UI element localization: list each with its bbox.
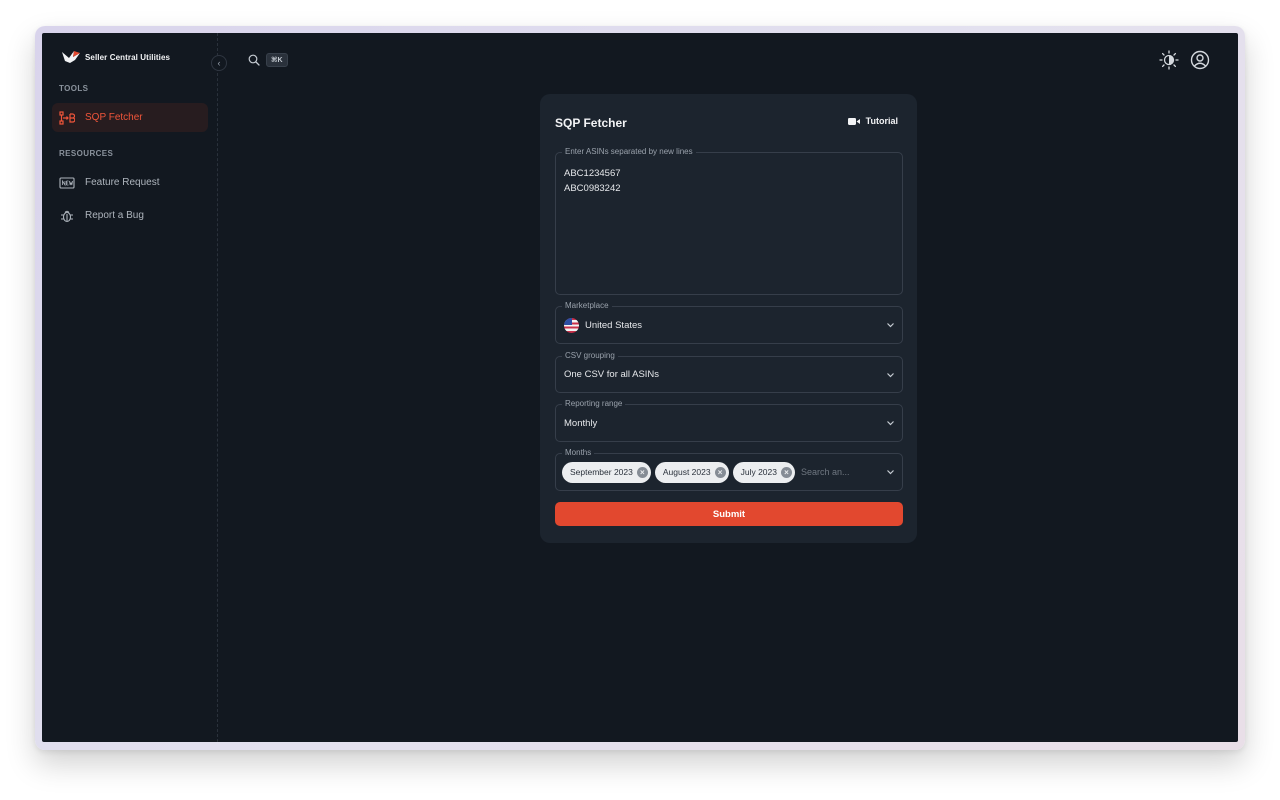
months-search-input[interactable]: Search an... (801, 467, 850, 477)
asin-line: ABC1234567 (564, 168, 621, 179)
month-chip[interactable]: September 2023 × (562, 461, 651, 483)
brand[interactable]: Seller Central Utilities (61, 49, 170, 65)
sidebar-item-label: SQP Fetcher (85, 112, 143, 123)
asins-textarea[interactable]: Enter ASINs separated by new lines ABC12… (555, 147, 903, 295)
remove-chip-icon[interactable]: × (714, 466, 726, 478)
month-chip[interactable]: August 2023 × (654, 461, 729, 483)
chevron-down-icon (887, 323, 894, 328)
sun-icon (1159, 50, 1179, 70)
reporting-range-select[interactable]: Reporting range Monthly (555, 399, 903, 442)
us-flag-icon (564, 317, 579, 333)
sidebar-item-label: Report a Bug (85, 210, 144, 221)
chevron-down-icon (887, 470, 894, 475)
month-chip-label: July 2023 (740, 467, 777, 477)
csv-grouping-value: One CSV for all ASINs (564, 369, 660, 380)
sidebar-item-feature-request[interactable]: Feature Request (52, 168, 208, 197)
chevron-down-icon (887, 421, 894, 426)
sidebar-item-sqp-fetcher[interactable]: SQP Fetcher (52, 103, 208, 132)
flow-icon (59, 110, 75, 125)
reporting-range-value: Monthly (564, 417, 598, 429)
asins-value: ABC1234567 ABC0983242 (564, 166, 621, 196)
months-multiselect[interactable]: Months September 2023 × August 2023 × Ju… (555, 448, 903, 491)
marketplace-value: United States (585, 319, 643, 331)
bug-icon (59, 209, 75, 223)
tutorial-button[interactable]: Tutorial (847, 116, 898, 126)
collapse-sidebar-button[interactable]: ‹ (211, 55, 227, 71)
search-shortcut: ⌘K (266, 53, 288, 67)
user-menu-button[interactable] (1190, 50, 1210, 70)
section-label-resources: RESOURCES (59, 149, 114, 158)
month-chip[interactable]: July 2023 × (732, 461, 795, 483)
app-window: Seller Central Utilities TOOLS SQP Fetch… (42, 33, 1238, 742)
asins-label: Enter ASINs separated by new lines (562, 147, 696, 156)
new-badge-icon (59, 176, 75, 190)
sidebar: Seller Central Utilities TOOLS SQP Fetch… (42, 33, 218, 742)
chevron-down-icon (887, 372, 894, 377)
video-camera-icon (847, 117, 860, 125)
remove-chip-icon[interactable]: × (780, 466, 792, 478)
sqp-fetcher-card: SQP Fetcher Tutorial Enter ASINs separat… (540, 94, 917, 543)
asin-line: ABC0983242 (564, 183, 621, 194)
sidebar-item-report-a-bug[interactable]: Report a Bug (52, 201, 208, 230)
marketplace-select[interactable]: Marketplace United States (555, 301, 903, 344)
section-label-tools: TOOLS (59, 84, 89, 93)
month-chip-label: September 2023 (570, 467, 633, 477)
remove-chip-icon[interactable]: × (636, 466, 648, 478)
app-name: Seller Central Utilities (85, 52, 171, 62)
search-button[interactable]: ⌘K (248, 53, 288, 67)
sidebar-item-label: Feature Request (85, 177, 160, 188)
user-avatar-icon (1190, 50, 1210, 70)
csv-grouping-select[interactable]: CSV grouping One CSV for all ASINs (555, 351, 903, 393)
bird-logo-icon (62, 51, 80, 63)
month-chip-label: August 2023 (662, 467, 711, 477)
tutorial-label: Tutorial (865, 116, 898, 126)
card-title: SQP Fetcher (555, 116, 627, 130)
search-icon (248, 54, 260, 66)
chevron-left-icon: ‹ (217, 58, 221, 68)
theme-toggle-button[interactable] (1159, 50, 1179, 70)
submit-button[interactable]: Submit (555, 502, 903, 526)
